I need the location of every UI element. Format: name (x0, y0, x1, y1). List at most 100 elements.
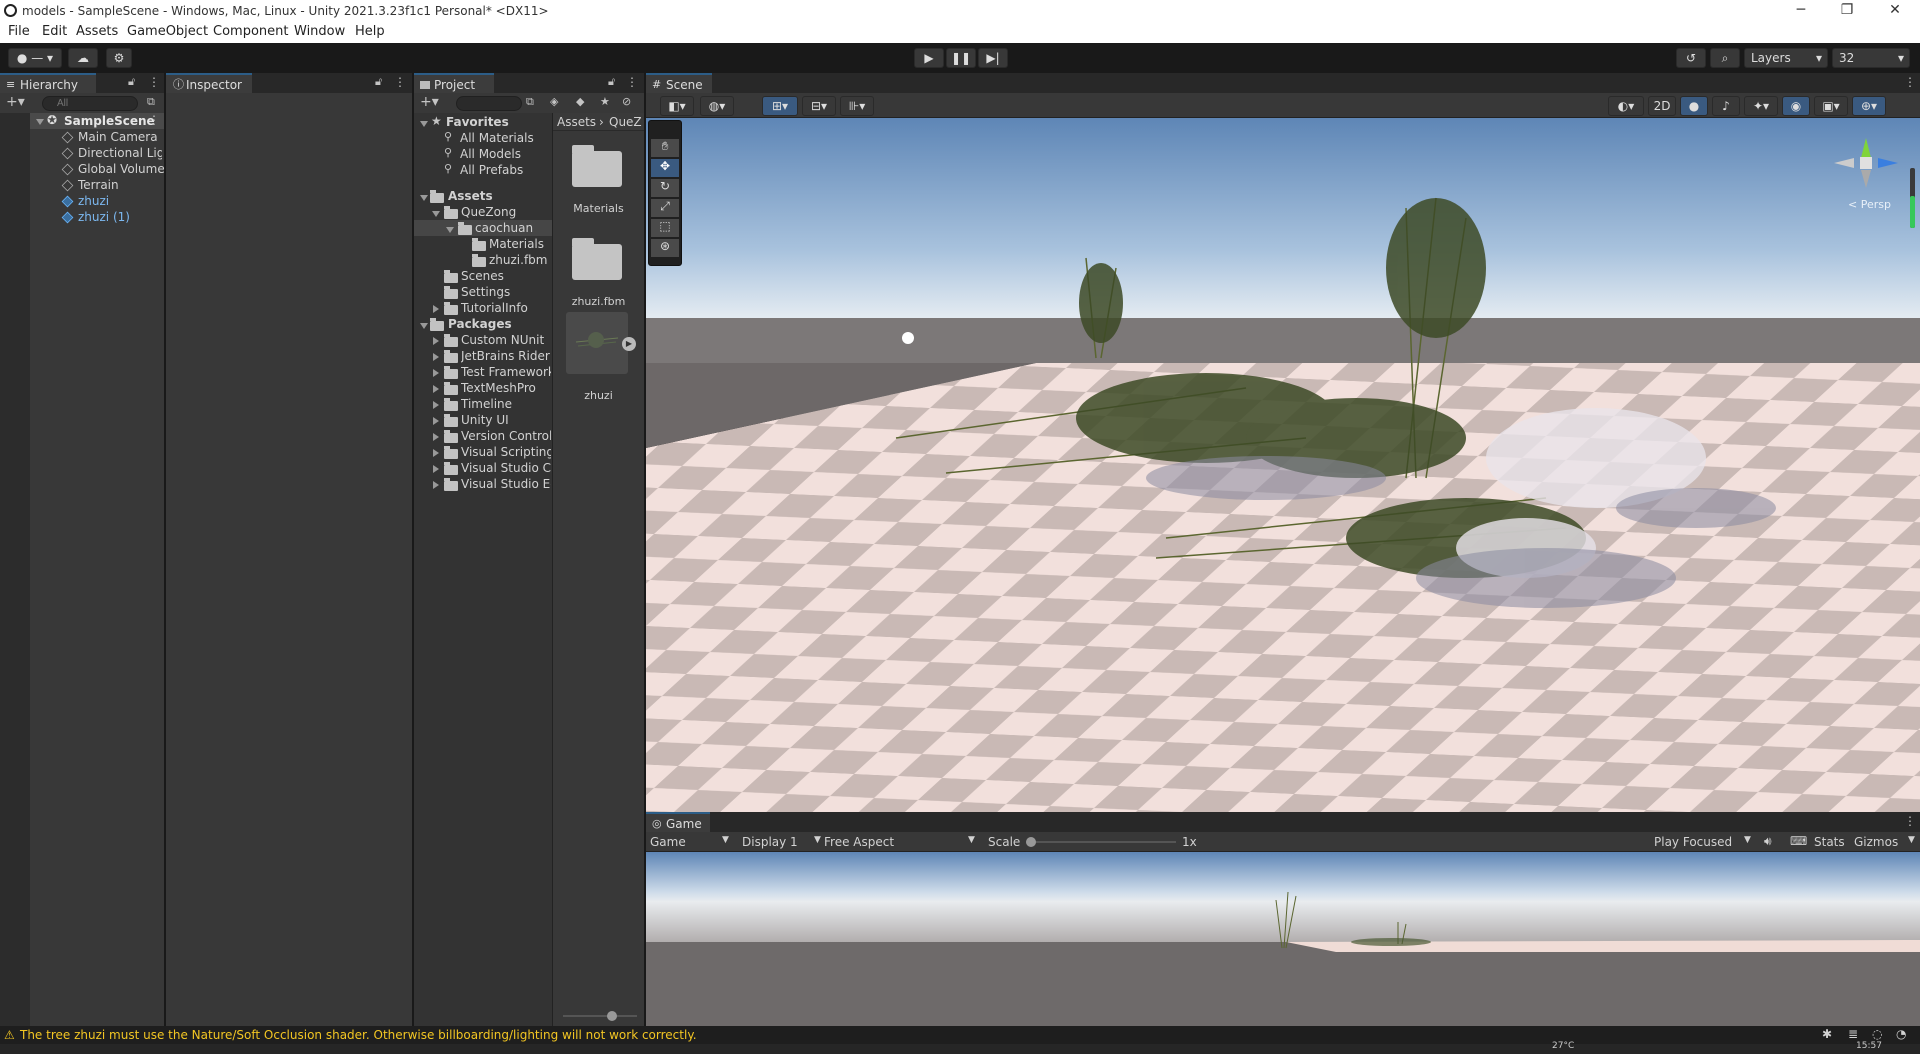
icon-size-slider[interactable] (563, 1011, 637, 1021)
stats-button[interactable]: Stats (1814, 835, 1845, 849)
hidden-objects-toggle[interactable]: ◉ (1782, 96, 1810, 116)
lock-icon[interactable]: 🔓︎ (608, 75, 615, 89)
scene-viewport[interactable]: ✋︎ ✥ ↻ ⤢ ⬚ ⊛ < Persp (646, 118, 1920, 812)
lock-icon[interactable]: 🔓︎ (128, 75, 135, 89)
expand-arrow-icon[interactable] (433, 465, 439, 473)
expand-arrow-icon[interactable] (433, 305, 439, 313)
expand-arrow-icon[interactable] (433, 433, 439, 441)
play-focused-select[interactable]: Play Focused ▼ (1650, 833, 1756, 851)
package-item[interactable]: TextMeshPro (461, 381, 551, 395)
expand-arrow-icon[interactable] (433, 401, 439, 409)
align-dropdown[interactable]: ⊪▾ (840, 96, 874, 116)
progress-icon[interactable]: ◌ (1872, 1027, 1882, 1041)
expand-arrow-icon[interactable] (433, 449, 439, 457)
aspect-select[interactable]: Free Aspect ▼ (824, 833, 980, 851)
folder-item[interactable]: Settings (461, 285, 510, 299)
chevron-down-icon[interactable]: ▼ (1908, 835, 1915, 845)
perspective-label[interactable]: < Persp (1848, 198, 1891, 211)
expand-arrow-icon[interactable] (420, 195, 428, 201)
global-dropdown[interactable]: ◍▾ (700, 96, 734, 116)
breadcrumb-root[interactable]: Assets (557, 115, 596, 129)
scale-slider[interactable] (1026, 837, 1176, 847)
menu-window[interactable]: Window (294, 24, 345, 39)
tab-hierarchy[interactable]: ≡ Hierarchy (0, 73, 96, 93)
scene-menu-icon[interactable]: ⋮ (148, 113, 160, 127)
menu-gameobject[interactable]: GameObject (127, 24, 208, 39)
scale-slider-knob[interactable] (1026, 837, 1036, 847)
hierarchy-item[interactable]: zhuzi (78, 194, 109, 208)
rect-tool-icon[interactable]: ⬚ (651, 219, 679, 237)
status-check-icon[interactable]: ◔ (1896, 1027, 1906, 1041)
expand-arrow-icon[interactable] (36, 119, 44, 125)
assets-label[interactable]: Assets (448, 189, 493, 203)
view-select[interactable]: Game ▼ (648, 833, 734, 851)
hierarchy-item[interactable]: Directional Ligh (78, 146, 162, 160)
shading-mode-dropdown[interactable]: ◐▾ (1608, 96, 1644, 116)
folder-item[interactable]: Scenes (461, 269, 504, 283)
kebab-menu-icon[interactable]: ⋮ (148, 75, 160, 89)
gizmos-dropdown[interactable]: ⊕▾ (1852, 96, 1886, 116)
package-item[interactable]: Unity UI (461, 413, 551, 427)
kebab-menu-icon[interactable]: ⋮ (626, 75, 638, 89)
hierarchy-search-input[interactable] (42, 96, 138, 111)
hierarchy-item[interactable]: zhuzi (1) (78, 210, 130, 224)
star-icon[interactable]: ★ (600, 95, 610, 108)
effects-dropdown[interactable]: ✦▾ (1744, 96, 1778, 116)
pause-button[interactable]: ❚❚ (946, 48, 976, 68)
package-item[interactable]: JetBrains Rider I (461, 349, 551, 363)
create-asset-button[interactable]: +▾ (420, 94, 439, 110)
expand-arrow-icon[interactable] (433, 353, 439, 361)
hidden-packages-icon[interactable]: ⊘ (622, 95, 631, 108)
status-message[interactable]: The tree zhuzi must use the Nature/Soft … (20, 1028, 697, 1042)
package-item[interactable]: Visual Studio Co (461, 461, 551, 475)
camera-dropdown[interactable]: ▣▾ (1814, 96, 1848, 116)
tab-game[interactable]: ◎ Game (646, 812, 710, 832)
transform-tool-icon[interactable]: ⊛ (651, 239, 679, 257)
package-item[interactable]: Visual Studio Ed (461, 477, 551, 491)
folder-icon[interactable] (572, 244, 622, 280)
project-search-input[interactable] (456, 96, 522, 111)
expand-arrow-icon[interactable] (433, 385, 439, 393)
hand-tool-icon[interactable]: ✋︎ (651, 139, 679, 157)
status-bar[interactable]: ⚠ The tree zhuzi must use the Nature/Sof… (0, 1026, 1920, 1044)
move-tool-icon[interactable]: ✥ (651, 159, 679, 177)
package-item[interactable]: Visual Scripting (461, 445, 551, 459)
folder-quezong[interactable]: QueZong (461, 205, 516, 219)
mode-2d-toggle[interactable]: 2D (1648, 96, 1676, 116)
folder-icon[interactable] (572, 151, 622, 187)
rotate-tool-icon[interactable]: ↻ (651, 179, 679, 197)
package-item[interactable]: Test Framework (461, 365, 551, 379)
breadcrumb-child[interactable]: QueZ (609, 115, 642, 129)
expand-arrow-icon[interactable] (420, 121, 428, 127)
audio-toggle[interactable]: ♪ (1712, 96, 1740, 116)
cloud-button[interactable]: ☁ (68, 48, 98, 68)
tab-project[interactable]: Project (414, 73, 494, 93)
package-item[interactable]: Timeline (461, 397, 551, 411)
undo-history-button[interactable]: ↺ (1676, 48, 1706, 68)
grid-snap-toggle[interactable]: ⊞▾ (762, 96, 798, 116)
favorite-item[interactable]: All Materials (460, 131, 534, 145)
game-viewport[interactable] (646, 852, 1920, 1026)
expand-arrow-icon[interactable] (433, 481, 439, 489)
menu-edit[interactable]: Edit (42, 24, 67, 39)
kebab-menu-icon[interactable]: ⋮ (1904, 814, 1916, 828)
search-filter-icon[interactable]: ⧉ (526, 95, 534, 109)
folder-item[interactable]: Materials (489, 237, 544, 251)
lighting-toggle[interactable]: ● (1680, 96, 1708, 116)
cache-server-icon[interactable]: ≣ (1848, 1027, 1858, 1041)
draw-mode-dropdown[interactable]: ◧▾ (660, 96, 694, 116)
gizmos-button[interactable]: Gizmos (1854, 835, 1898, 849)
tab-inspector[interactable]: ⓘ Inspector (166, 73, 252, 93)
camera-speed-slider[interactable] (1910, 168, 1915, 228)
package-item[interactable]: Custom NUnit (461, 333, 551, 347)
menu-help[interactable]: Help (355, 24, 385, 39)
expand-arrow-icon[interactable] (432, 211, 440, 217)
collab-button[interactable]: ⚙ (106, 48, 132, 68)
package-item[interactable]: Version Control (461, 429, 551, 443)
expand-arrow-icon[interactable] (433, 369, 439, 377)
maximize-button[interactable]: ❐ (1824, 0, 1870, 22)
lock-icon[interactable]: 🔓︎ (375, 75, 382, 89)
minimize-button[interactable]: ─ (1778, 0, 1824, 22)
kebab-menu-icon[interactable]: ⋮ (1904, 75, 1916, 89)
account-dropdown[interactable]: ● — ▾ (8, 48, 62, 68)
